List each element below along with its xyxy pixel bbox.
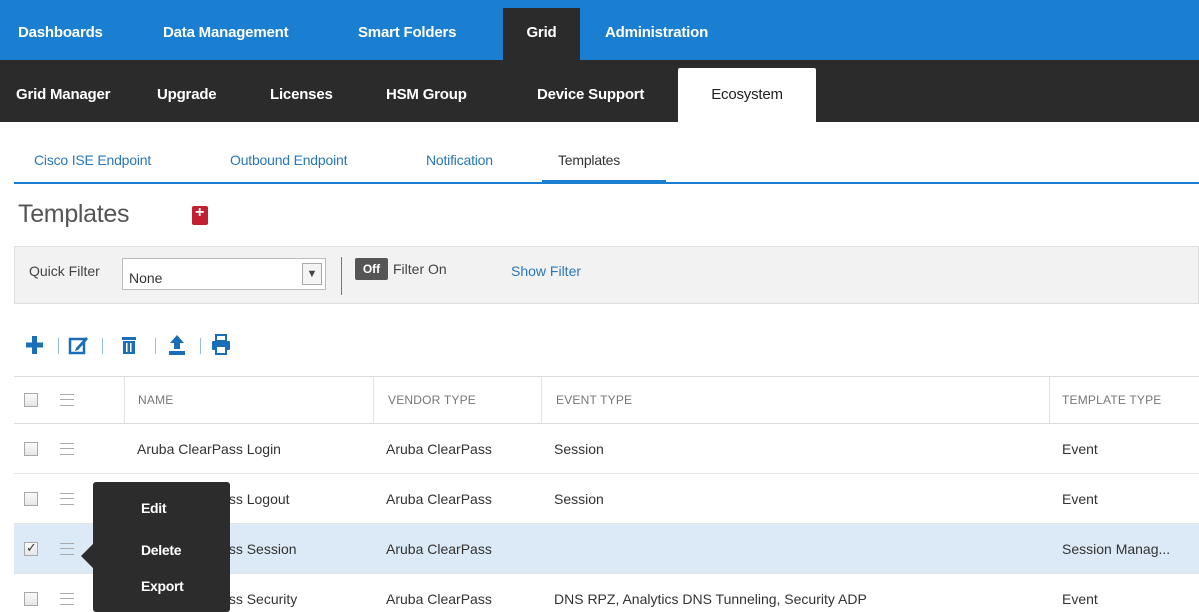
top-nav-smart-folders[interactable]: Smart Folders (358, 8, 456, 60)
tab-templates[interactable]: Templates (558, 152, 620, 168)
row-checkbox[interactable] (24, 442, 38, 456)
column-header-template-type[interactable]: TEMPLATE TYPE (1062, 377, 1162, 423)
quick-filter-label: Quick Filter (29, 263, 100, 279)
sub-nav-grid-manager[interactable]: Grid Manager (16, 60, 110, 122)
cell-template-type: Session Manag... (1062, 541, 1171, 557)
column-header-name[interactable]: NAME (138, 377, 173, 423)
cell-template-type: Event (1062, 491, 1098, 507)
delete-icon[interactable] (119, 332, 141, 358)
tab-cisco-ise-endpoint[interactable]: Cisco ISE Endpoint (34, 152, 151, 168)
top-nav-grid[interactable]: Grid (503, 8, 580, 60)
row-checkbox[interactable] (24, 592, 38, 606)
edit-icon[interactable] (67, 332, 89, 358)
column-menu-icon[interactable] (60, 394, 74, 406)
top-nav-dashboards[interactable]: Dashboards (18, 8, 103, 60)
filter-bar: Quick Filter None ▼ Off Filter On Show F… (14, 246, 1199, 304)
top-nav-administration[interactable]: Administration (605, 8, 708, 60)
bookmark-add-icon[interactable] (192, 204, 208, 225)
row-checkbox[interactable] (24, 492, 38, 506)
cell-vendor-type: Aruba ClearPass (386, 441, 492, 457)
row-menu-icon[interactable] (60, 593, 74, 605)
sub-nav-ecosystem[interactable]: Ecosystem (678, 68, 816, 122)
column-header-vendor-type[interactable]: VENDOR TYPE (388, 377, 476, 423)
cell-name: Aruba ClearPass Login (137, 441, 281, 457)
print-icon[interactable] (210, 332, 232, 358)
sub-nav-device-support[interactable]: Device Support (537, 60, 644, 122)
context-menu-edit[interactable]: Edit (141, 500, 167, 516)
sub-nav-upgrade[interactable]: Upgrade (157, 60, 217, 122)
filter-toggle[interactable]: Off (355, 258, 388, 280)
quick-filter-value: None (129, 270, 163, 286)
filter-divider (341, 257, 342, 295)
page-title: Templates (18, 200, 130, 228)
row-menu-icon[interactable] (60, 543, 74, 555)
show-filter-link[interactable]: Show Filter (511, 263, 581, 279)
row-menu-icon[interactable] (60, 493, 74, 505)
tab-outbound-endpoint[interactable]: Outbound Endpoint (230, 152, 347, 168)
context-menu-delete[interactable]: Delete (141, 542, 182, 558)
context-menu-export[interactable]: Export (141, 578, 184, 594)
row-menu-icon[interactable] (60, 443, 74, 455)
cell-event-type: DNS RPZ, Analytics DNS Tunneling, Securi… (554, 591, 867, 607)
quick-filter-select[interactable]: None ▼ (122, 258, 326, 290)
top-nav: Dashboards Data Management Smart Folders… (0, 0, 1199, 60)
sub-nav: Grid Manager Upgrade Licenses HSM Group … (0, 60, 1199, 122)
chevron-down-icon[interactable]: ▼ (302, 263, 322, 285)
cell-vendor-type: Aruba ClearPass (386, 541, 492, 557)
row-context-menu: Edit Delete Export (81, 482, 230, 612)
tab-notification[interactable]: Notification (426, 152, 493, 168)
cell-vendor-type: Aruba ClearPass (386, 491, 492, 507)
cell-vendor-type: Aruba ClearPass (386, 591, 492, 607)
table-row[interactable]: Aruba ClearPass Login Aruba ClearPass Se… (14, 424, 1199, 474)
export-icon[interactable] (166, 332, 188, 358)
cell-template-type: Event (1062, 591, 1098, 607)
top-nav-data-management[interactable]: Data Management (163, 8, 289, 60)
cell-template-type: Event (1062, 441, 1098, 457)
cell-event-type: Session (554, 441, 604, 457)
select-all-checkbox[interactable] (24, 393, 38, 407)
add-icon[interactable] (24, 332, 46, 358)
grid-header: NAME VENDOR TYPE EVENT TYPE TEMPLATE TYP… (14, 376, 1199, 424)
ecosystem-tabs: Cisco ISE Endpoint Outbound Endpoint Not… (14, 140, 1199, 184)
cell-event-type: Session (554, 491, 604, 507)
column-header-event-type[interactable]: EVENT TYPE (556, 377, 632, 423)
row-checkbox[interactable] (24, 540, 38, 556)
sub-nav-licenses[interactable]: Licenses (270, 60, 333, 122)
active-tab-indicator (542, 180, 666, 184)
filter-on-label: Filter On (393, 261, 447, 277)
sub-nav-hsm-group[interactable]: HSM Group (386, 60, 467, 122)
